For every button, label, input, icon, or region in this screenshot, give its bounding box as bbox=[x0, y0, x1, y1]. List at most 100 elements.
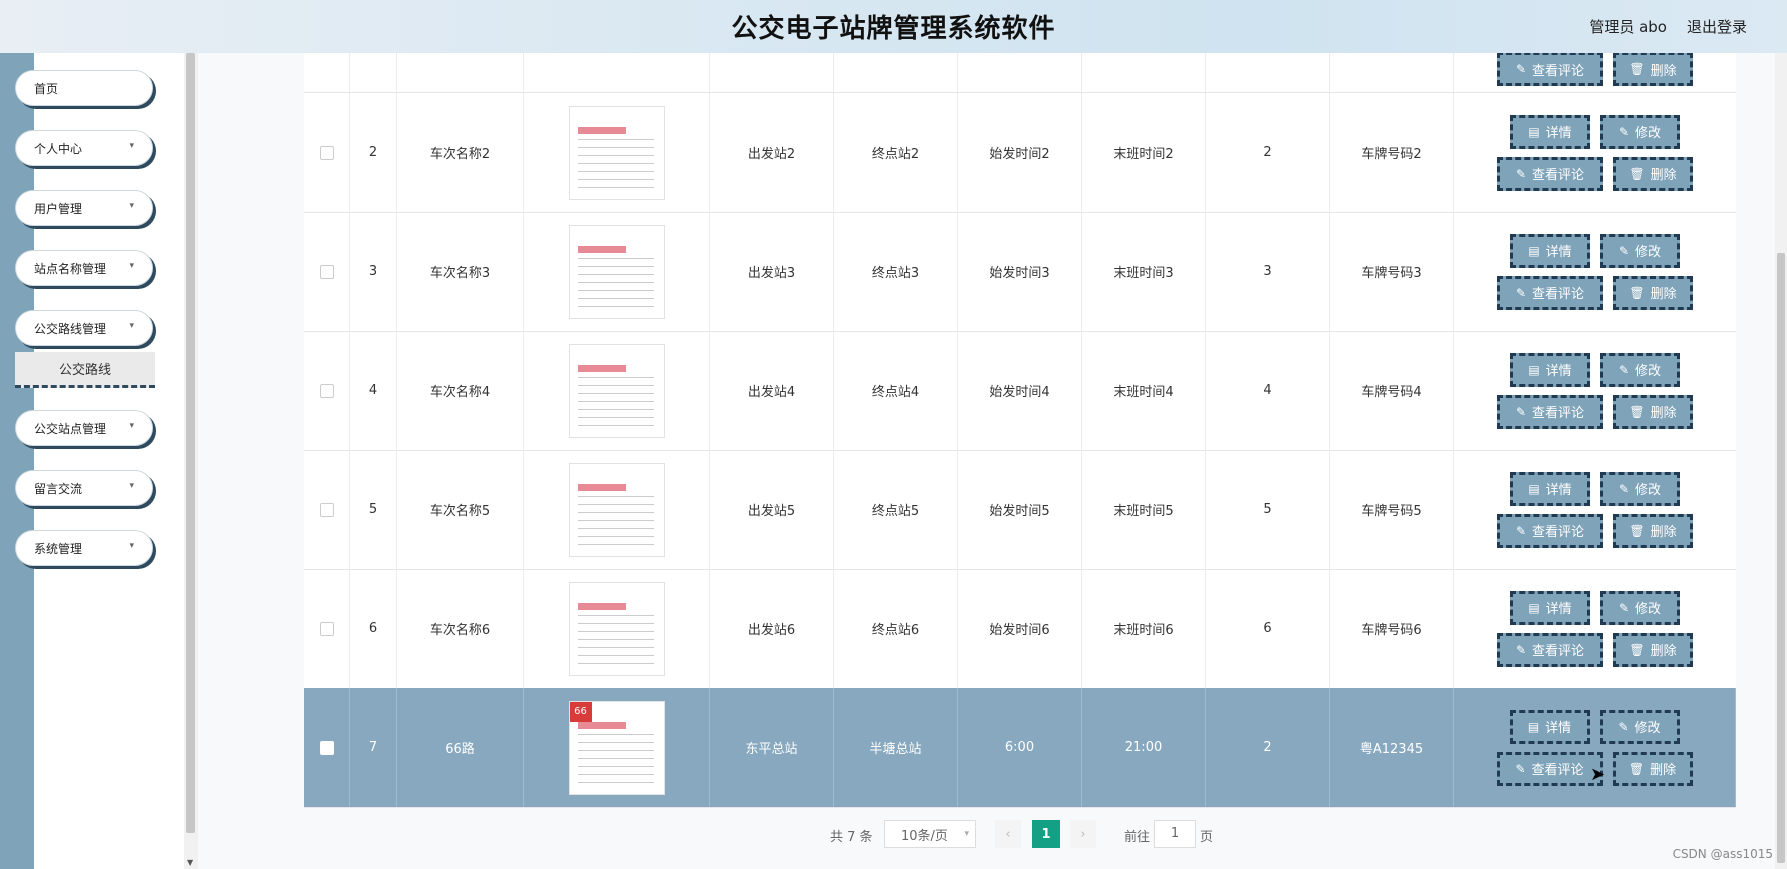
table-row[interactable]: 6 车次名称6 出发站6 终点站6 始发时间6 末班时间6 6 车牌号码6 ▤ 详情 ✎ 修改 ✎… bbox=[304, 569, 1736, 689]
route-image[interactable] bbox=[568, 462, 665, 557]
row-actions: ▤ 详情 ✎ 修改 ✎ 查看评论 🗑 删除 bbox=[1454, 569, 1736, 688]
route-image[interactable] bbox=[568, 105, 665, 200]
row-checkbox[interactable] bbox=[319, 740, 334, 755]
detail-button[interactable]: ▤ 详情 bbox=[1510, 114, 1590, 149]
sidebar-item-system[interactable]: 系统管理 ▾ bbox=[15, 530, 153, 566]
row-checkbox-cell bbox=[304, 569, 350, 688]
delete-button[interactable]: 🗑 删除 bbox=[1613, 394, 1693, 429]
chevron-down-icon: ▾ bbox=[129, 201, 134, 211]
main-scroll-thumb[interactable] bbox=[1777, 253, 1785, 863]
view-comments-button[interactable]: ✎ 查看评论 bbox=[1496, 751, 1603, 786]
route-image[interactable] bbox=[568, 224, 665, 319]
view-comments-button[interactable]: ✎ 查看评论 bbox=[1497, 275, 1603, 310]
page-number-button[interactable]: 1 bbox=[1032, 820, 1060, 848]
table-row[interactable]: 5 车次名称5 出发站5 终点站5 始发时间5 末班时间5 5 车牌号码5 ▤ 详情 ✎ 修改 ✎… bbox=[304, 450, 1736, 570]
first-bus-time: 始发时间3 bbox=[958, 212, 1082, 331]
main-scrollbar[interactable] bbox=[1775, 53, 1787, 869]
view-comments-button[interactable]: ✎ 查看评论 bbox=[1497, 513, 1603, 548]
row-checkbox-cell bbox=[304, 212, 350, 331]
pencil-icon: ✎ bbox=[1515, 761, 1526, 776]
detail-button[interactable]: ▤ 详情 bbox=[1510, 590, 1590, 625]
view-comments-button[interactable]: ✎ 查看评论 bbox=[1497, 156, 1603, 191]
edit-button[interactable]: ✎ 修改 bbox=[1600, 471, 1680, 506]
document-icon: ▤ bbox=[1527, 719, 1540, 734]
view-comments-button[interactable]: ✎ 查看评论 bbox=[1497, 53, 1603, 86]
sidebar-scrollbar[interactable]: ▼ bbox=[184, 53, 198, 869]
pencil-icon: ✎ bbox=[1618, 719, 1629, 734]
detail-button[interactable]: ▤ 详情 bbox=[1510, 471, 1590, 506]
view-comments-button[interactable]: ✎ 查看评论 bbox=[1497, 632, 1603, 667]
sidebar-subitem-bus-route[interactable]: 公交路线 bbox=[15, 352, 155, 388]
sidebar-item-profile[interactable]: 个人中心 ▾ bbox=[15, 130, 153, 166]
route-image-cell bbox=[524, 331, 710, 450]
row-checkbox[interactable] bbox=[319, 145, 334, 160]
goto-page-input[interactable]: 1 bbox=[1154, 820, 1196, 848]
view-comments-button[interactable]: ✎ 查看评论 bbox=[1497, 394, 1603, 429]
row-checkbox-cell bbox=[304, 688, 350, 807]
edit-button[interactable]: ✎ 修改 bbox=[1600, 590, 1680, 625]
row-checkbox[interactable] bbox=[319, 502, 334, 517]
table-row[interactable]: 7 66路 66 东平总站 半塘总站 6:00 21:00 2 粤A12345 ▤ 详情 ✎ 修改 … bbox=[304, 688, 1736, 808]
delete-button[interactable]: 🗑 删除 bbox=[1613, 513, 1693, 548]
pencil-icon: ✎ bbox=[1515, 285, 1527, 300]
route-name: 车次名称6 bbox=[397, 569, 524, 688]
row-checkbox-cell bbox=[304, 331, 350, 450]
logout-link[interactable]: 退出登录 bbox=[1687, 16, 1747, 37]
page-size-select[interactable]: 10条/页 ▾ bbox=[884, 820, 976, 848]
sidebar-item-users[interactable]: 用户管理 ▾ bbox=[15, 190, 153, 226]
start-station: 出发站4 bbox=[710, 331, 834, 450]
end-station: 终点站4 bbox=[834, 331, 958, 450]
sidebar-item-label: 站点名称管理 bbox=[34, 261, 107, 276]
next-page-button[interactable]: › bbox=[1070, 820, 1096, 848]
detail-button[interactable]: ▤ 详情 bbox=[1510, 233, 1590, 268]
route-name: 车次名称3 bbox=[397, 212, 524, 331]
sidebar-scroll-thumb[interactable] bbox=[186, 53, 195, 833]
delete-button[interactable]: 🗑 删除 bbox=[1613, 53, 1693, 86]
row-actions: ▤ 详情 ✎ 修改 ✎ 查看评论 🗑 删除 bbox=[1454, 450, 1736, 569]
row-actions: ▤ 详情 ✎ 修改 ✎ 查看评论 🗑 删除 bbox=[1454, 688, 1736, 807]
delete-button[interactable]: 🗑 删除 bbox=[1613, 632, 1693, 667]
route-image[interactable] bbox=[568, 343, 665, 438]
chevron-down-icon: ▾ bbox=[964, 829, 969, 839]
row-checkbox[interactable] bbox=[319, 383, 334, 398]
chevron-down-icon: ▾ bbox=[129, 261, 134, 271]
prev-page-button[interactable]: ‹ bbox=[995, 820, 1021, 848]
top-header: 公交电子站牌管理系统软件 管理员 abo 退出登录 bbox=[0, 0, 1787, 53]
last-bus-time: 末班时间2 bbox=[1082, 93, 1206, 212]
detail-button[interactable]: ▤ 详情 bbox=[1510, 352, 1590, 387]
row-checkbox[interactable] bbox=[319, 264, 334, 279]
delete-button[interactable]: 🗑 删除 bbox=[1613, 275, 1693, 310]
scroll-down-arrow-icon[interactable]: ▼ bbox=[187, 858, 193, 867]
edit-button[interactable]: ✎ 修改 bbox=[1600, 114, 1680, 149]
sidebar-item-station-names[interactable]: 站点名称管理 ▾ bbox=[15, 250, 153, 286]
end-station: 终点站5 bbox=[834, 450, 958, 569]
table-row[interactable]: 2 车次名称2 出发站2 终点站2 始发时间2 末班时间2 2 车牌号码2 ▤ 详情 ✎ 修改 ✎… bbox=[304, 93, 1736, 213]
row-checkbox[interactable] bbox=[319, 621, 334, 636]
edit-button[interactable]: ✎ 修改 bbox=[1599, 709, 1680, 744]
route-badge: 66 bbox=[569, 701, 592, 722]
delete-button[interactable]: 🗑 删除 bbox=[1613, 156, 1693, 191]
sidebar-item-label: 公交站点管理 bbox=[34, 421, 107, 436]
document-icon: ▤ bbox=[1528, 124, 1540, 139]
route-image-cell bbox=[524, 93, 710, 212]
detail-button[interactable]: ▤ 详情 bbox=[1509, 709, 1590, 744]
pencil-icon: ✎ bbox=[1515, 523, 1527, 538]
sidebar-item-messages[interactable]: 留言交流 ▾ bbox=[15, 470, 153, 506]
sidebar-item-bus-stops[interactable]: 公交站点管理 ▾ bbox=[15, 410, 153, 446]
delete-button[interactable]: 🗑 删除 bbox=[1612, 751, 1693, 786]
last-bus-time: 末班时间4 bbox=[1082, 331, 1206, 450]
table-row[interactable]: 3 车次名称3 出发站3 终点站3 始发时间3 末班时间3 3 车牌号码3 ▤ 详情 ✎ 修改 ✎… bbox=[304, 212, 1736, 332]
sidebar-item-bus-routes[interactable]: 公交路线管理 ▾ bbox=[15, 310, 153, 346]
sidebar-item-home[interactable]: 首页 bbox=[15, 70, 153, 106]
edit-button[interactable]: ✎ 修改 bbox=[1600, 352, 1680, 387]
row-actions: ▤ 详情 ✎ 修改 ✎ 查看评论 🗑 删除 bbox=[1454, 93, 1736, 212]
edit-button[interactable]: ✎ 修改 bbox=[1600, 233, 1680, 268]
route-image[interactable] bbox=[568, 581, 665, 676]
end-station: 终点站3 bbox=[834, 212, 958, 331]
table-row[interactable]: 4 车次名称4 出发站4 终点站4 始发时间4 末班时间4 4 车牌号码4 ▤ 详情 ✎ 修改 ✎… bbox=[304, 331, 1736, 451]
last-bus-time: 21:00 bbox=[1082, 688, 1206, 807]
route-name: 车次名称4 bbox=[397, 331, 524, 450]
route-image[interactable]: 66 bbox=[568, 700, 665, 795]
pencil-icon: ✎ bbox=[1515, 62, 1527, 76]
first-bus-time: 始发时间5 bbox=[958, 450, 1082, 569]
